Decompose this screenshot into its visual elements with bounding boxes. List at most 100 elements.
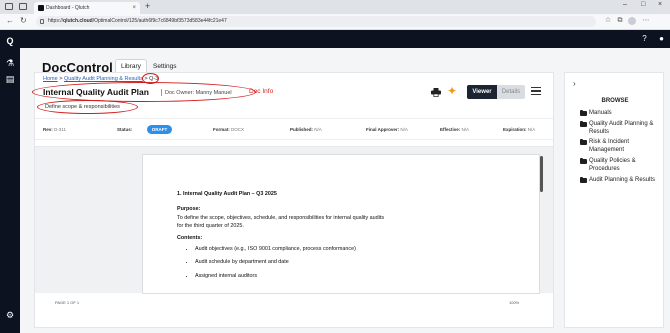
address-bar-row: ← ↻ https://qlutch.cloud/OptimalControl/… bbox=[0, 14, 670, 30]
document-meta-row: Rev: D-311 Status: DRAFT Format: DOCX Pu… bbox=[35, 118, 553, 140]
meta-format: Format: DOCX bbox=[213, 127, 244, 132]
meta-rev: Rev: D-311 bbox=[43, 127, 66, 132]
meta-final-approver: Final Approver: N/A bbox=[366, 127, 408, 132]
left-nav: Q ⚗ ▤ ⚙ bbox=[0, 30, 20, 333]
folder-icon bbox=[580, 176, 587, 183]
reload-icon[interactable]: ↻ bbox=[20, 16, 27, 25]
browse-item-quality-policies[interactable]: Quality Policies & Procedures bbox=[580, 157, 662, 174]
document-page: 1. Internal Quality Audit Plan – Q3 2025… bbox=[142, 154, 540, 294]
url-host: qlutch.cloud bbox=[63, 18, 93, 24]
folder-icon bbox=[580, 120, 587, 127]
profile-avatar[interactable] bbox=[628, 17, 636, 25]
browse-item-label: Risk & Incident Management bbox=[589, 139, 630, 154]
document-viewer[interactable]: 1. Internal Quality Audit Plan – Q3 2025… bbox=[35, 146, 553, 294]
list-item: Assigned internal auditors bbox=[195, 272, 387, 280]
page-heading: 1. Internal Quality Audit Plan – Q3 2025 bbox=[177, 191, 277, 197]
tab-title: Dashboard - Qlutch bbox=[46, 5, 90, 11]
documents-icon[interactable]: ▤ bbox=[5, 74, 15, 84]
close-window-button[interactable]: × bbox=[658, 1, 662, 8]
browse-item-quality-audit[interactable]: Quality Audit Planning & Results bbox=[580, 120, 662, 137]
help-icon[interactable]: ? bbox=[640, 34, 649, 43]
zoom-level: 100% bbox=[509, 300, 520, 305]
bookmark-icon[interactable]: ☆ bbox=[604, 17, 612, 25]
meta-published: Published: N/A bbox=[290, 127, 322, 132]
user-icon[interactable]: ● bbox=[657, 34, 666, 43]
browse-list: Manuals Quality Audit Planning & Results… bbox=[580, 110, 662, 187]
document-panel: Home > Quality Audit Planning & Results … bbox=[32, 72, 554, 328]
top-strip: ? ● bbox=[20, 30, 670, 48]
lock-icon bbox=[40, 19, 44, 24]
page-status-bar: PAGE 1 OF 1 100% bbox=[35, 299, 553, 308]
url-path: /OptimalControl/125/auth6f9c7c6849bf3573… bbox=[92, 18, 227, 24]
meta-status-label: Status: bbox=[117, 127, 132, 132]
browser-menu-icon[interactable]: ⋯ bbox=[642, 17, 650, 25]
meta-effective-value: N/A bbox=[461, 127, 470, 132]
url-field[interactable]: https://qlutch.cloud/OptimalControl/125/… bbox=[36, 16, 596, 27]
tab-close-icon[interactable]: × bbox=[132, 2, 136, 14]
page-indicator: PAGE 1 OF 1 bbox=[55, 300, 80, 305]
chevron-right-icon[interactable]: › bbox=[573, 79, 576, 88]
meta-final-approver-value: N/A bbox=[400, 127, 408, 132]
url-prefix: https:// bbox=[48, 18, 64, 24]
browse-heading: BROWSE bbox=[601, 98, 629, 104]
list-item: Audit schedule by department and date bbox=[195, 258, 387, 266]
meta-expiration: Expiration: N/A bbox=[503, 127, 535, 132]
list-item: Audit objectives (e.g., ISO 9001 complia… bbox=[195, 245, 387, 253]
new-tab-button[interactable]: + bbox=[145, 1, 150, 11]
content-area: DocControl Library Settings Home > Quali… bbox=[20, 48, 670, 333]
folder-icon bbox=[580, 157, 587, 164]
browse-item-risk-incident[interactable]: Risk & Incident Management bbox=[580, 139, 662, 155]
tab-actions-icon[interactable] bbox=[19, 3, 27, 10]
purpose-label: Purpose: bbox=[177, 206, 201, 213]
meta-format-label: Format: bbox=[213, 127, 230, 132]
browse-item-label: Audit Planning & Results bbox=[589, 176, 656, 183]
browse-item-label: Quality Policies & Procedures bbox=[589, 157, 636, 172]
meta-effective: Effective: N/A bbox=[440, 127, 469, 132]
purpose-text: To define the scope, objectives, schedul… bbox=[177, 214, 385, 230]
browse-item-label: Manuals bbox=[589, 110, 612, 116]
app-root: Q ⚗ ▤ ⚙ ? ● DocControl Library Settings … bbox=[0, 30, 670, 333]
browse-item-manuals[interactable]: Manuals bbox=[580, 110, 662, 118]
meta-format-value: DOCX bbox=[231, 127, 245, 132]
page-body: 1. Internal Quality Audit Plan – Q3 2025… bbox=[177, 190, 387, 285]
menu-icon[interactable] bbox=[531, 87, 541, 96]
annotation-doc-info: Doc Info bbox=[249, 88, 274, 95]
viewer-toggle-button[interactable]: Viewer bbox=[467, 85, 497, 99]
contents-list: Audit objectives (e.g., ISO 9001 complia… bbox=[189, 245, 387, 280]
meta-expiration-label: Expiration: bbox=[503, 127, 527, 132]
meta-published-label: Published: bbox=[290, 127, 314, 132]
details-toggle-button[interactable]: Details bbox=[497, 85, 525, 99]
logo-icon[interactable]: Q bbox=[5, 36, 15, 46]
extensions-icon[interactable]: ⧉ bbox=[616, 17, 624, 25]
meta-final-approver-label: Final Approver: bbox=[366, 127, 400, 132]
printer-icon[interactable] bbox=[431, 88, 441, 97]
sparkle-icon[interactable]: ✦ bbox=[447, 84, 457, 98]
meta-published-value: N/A bbox=[314, 127, 322, 132]
flask-icon[interactable]: ⚗ bbox=[5, 58, 15, 68]
browse-item-label: Quality Audit Planning & Results bbox=[589, 120, 654, 135]
browse-panel: › BROWSE Manuals Quality Audit Planning … bbox=[564, 72, 664, 328]
viewer-scrollbar[interactable] bbox=[540, 156, 543, 192]
meta-rev-label: Rev: bbox=[43, 127, 53, 132]
window-menu-icon[interactable] bbox=[5, 3, 13, 10]
minimize-button[interactable]: – bbox=[623, 1, 627, 8]
browser-tab-bar: Dashboard - Qlutch × + – □ × bbox=[0, 0, 670, 14]
meta-rev-value: D-311 bbox=[54, 127, 66, 132]
favicon-icon bbox=[38, 5, 44, 11]
settings-icon[interactable]: ⚙ bbox=[5, 310, 15, 320]
browse-item-audit-planning[interactable]: Audit Planning & Results bbox=[580, 176, 662, 185]
annotation-circle-description bbox=[37, 100, 138, 114]
maximize-button[interactable]: □ bbox=[641, 1, 645, 8]
contents-label: Contents: bbox=[177, 234, 203, 241]
annotation-circle-title bbox=[32, 82, 256, 102]
back-icon[interactable]: ← bbox=[6, 16, 14, 25]
breadcrumb-separator: > bbox=[59, 76, 63, 82]
folder-icon bbox=[580, 139, 587, 146]
folder-icon bbox=[580, 110, 587, 116]
status-badge: DRAFT bbox=[147, 125, 173, 134]
meta-status-label-text: Status: bbox=[117, 127, 133, 132]
browser-tab[interactable]: Dashboard - Qlutch × bbox=[34, 2, 140, 14]
meta-expiration-value: N/A bbox=[527, 127, 536, 132]
breadcrumb-home[interactable]: Home bbox=[43, 76, 58, 82]
meta-effective-label: Effective: bbox=[440, 127, 461, 132]
